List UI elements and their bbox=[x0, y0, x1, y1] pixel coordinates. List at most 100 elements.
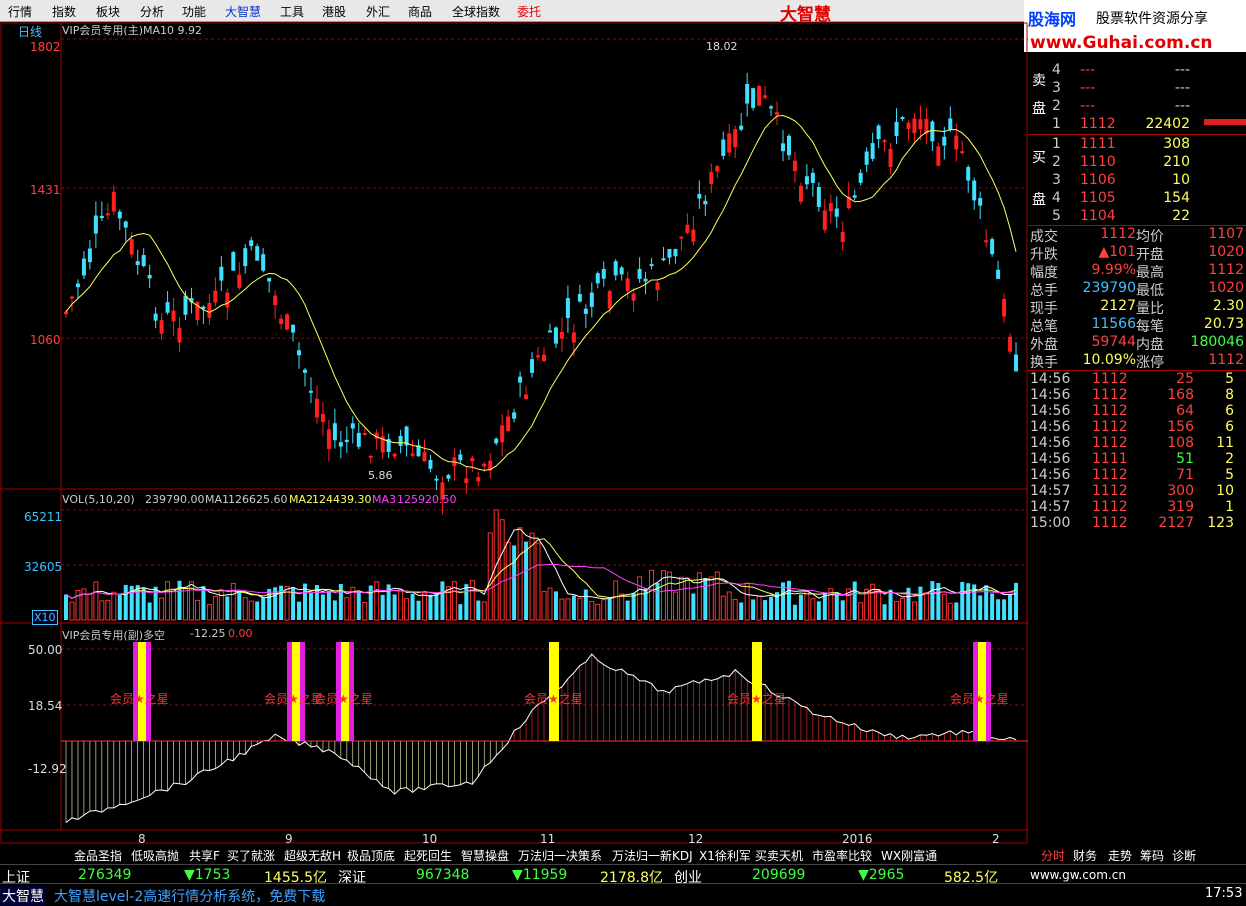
tick-count: 1 bbox=[1225, 499, 1234, 515]
candle bbox=[518, 376, 523, 383]
volume-bar bbox=[428, 594, 433, 620]
volume-bar bbox=[990, 593, 995, 620]
signal-text: 会员★之星 bbox=[110, 692, 169, 706]
candle bbox=[703, 200, 708, 205]
menu-item[interactable]: 外汇 bbox=[366, 3, 390, 20]
vol-unit[interactable]: X10 bbox=[32, 610, 58, 625]
volume-bar bbox=[297, 601, 302, 620]
menu-item[interactable]: 功能 bbox=[182, 3, 206, 20]
site-url[interactable]: www.gw.com.cn bbox=[1030, 868, 1126, 882]
right-tab-2[interactable]: 走势 bbox=[1108, 847, 1132, 864]
candle bbox=[434, 478, 439, 481]
volume-bar bbox=[535, 542, 541, 621]
indicator-tab[interactable]: 买了就涨 bbox=[227, 847, 275, 864]
indicator-title: VIP会员专用(副)多空 bbox=[62, 629, 165, 642]
signal-text: 会员★之星 bbox=[524, 692, 583, 706]
menu-item[interactable]: 全球指数 bbox=[452, 3, 500, 20]
candle bbox=[69, 296, 74, 299]
ind-label-high: 50.00 bbox=[28, 643, 63, 657]
volume-bar bbox=[255, 601, 260, 620]
candle bbox=[715, 166, 720, 172]
volume-bar bbox=[99, 600, 105, 621]
tick-volume: 108 bbox=[1167, 435, 1194, 451]
menu-item[interactable]: 行情 bbox=[8, 3, 32, 20]
indicator-tab[interactable]: 万法归一决策系 bbox=[518, 847, 602, 864]
candle bbox=[763, 95, 768, 98]
menu-item[interactable]: 大智慧 bbox=[225, 3, 261, 20]
volume-bar bbox=[248, 600, 254, 621]
volume-bar bbox=[183, 587, 188, 621]
tick-price: 1112 bbox=[1092, 419, 1128, 435]
price-label-high: 1802 bbox=[30, 40, 61, 54]
menu-item[interactable]: 指数 bbox=[52, 3, 76, 20]
candle bbox=[900, 117, 905, 120]
menu-item[interactable]: 工具 bbox=[280, 3, 304, 20]
price-label-mid: 1431 bbox=[30, 183, 61, 197]
volume-bar bbox=[894, 601, 900, 621]
menu-item[interactable]: 委托 bbox=[517, 3, 541, 20]
candle bbox=[792, 160, 797, 172]
candle bbox=[727, 133, 732, 153]
vol-label-high: 65211 bbox=[24, 510, 63, 524]
app-name[interactable]: 大智慧 bbox=[0, 886, 46, 906]
candle bbox=[781, 143, 785, 152]
candle bbox=[631, 293, 636, 301]
menu-item[interactable]: 商品 bbox=[408, 3, 432, 20]
candle bbox=[153, 313, 158, 321]
volume-bar bbox=[171, 588, 177, 621]
volume-bar bbox=[708, 576, 714, 621]
candle bbox=[978, 198, 983, 206]
candle bbox=[906, 122, 911, 129]
candle bbox=[798, 186, 803, 202]
signal-text: 会员★之星 bbox=[727, 692, 786, 706]
volume-bar bbox=[87, 593, 93, 621]
volume-bar bbox=[147, 602, 152, 620]
tick-price: 1112 bbox=[1092, 403, 1128, 419]
indicator-tab[interactable]: 万法归一新KDJ bbox=[612, 847, 693, 864]
vol-value: 239790.00 bbox=[145, 493, 205, 506]
period-label[interactable]: 日线 bbox=[18, 23, 42, 40]
stat-key: 外盘 bbox=[1030, 337, 1058, 353]
indicator-tab[interactable]: 买卖天机 bbox=[755, 847, 803, 864]
volume-bar bbox=[111, 591, 117, 621]
tick-time: 14:56 bbox=[1030, 387, 1071, 403]
indicator-tab[interactable]: X1徐利军 bbox=[699, 847, 751, 864]
candle bbox=[637, 269, 642, 279]
candle bbox=[972, 180, 977, 201]
volume-bar bbox=[607, 598, 612, 620]
stat-value: 2127 bbox=[1100, 298, 1136, 314]
candle bbox=[506, 416, 511, 432]
stock-chart[interactable] bbox=[0, 22, 1028, 844]
x-axis-label: 9 bbox=[285, 832, 293, 846]
indicator-tab[interactable]: 智慧操盘 bbox=[461, 847, 509, 864]
indicator-tab[interactable]: 超级无敌H bbox=[284, 847, 341, 864]
right-tab-4[interactable]: 诊断 bbox=[1172, 847, 1196, 864]
volume-bar bbox=[595, 603, 601, 621]
right-tabs: 分时 财务 走势 筹码 诊断 bbox=[1028, 846, 1246, 863]
indicator-tab[interactable]: 金品圣指 bbox=[74, 847, 122, 864]
right-tab-3[interactable]: 筹码 bbox=[1140, 847, 1164, 864]
sell-price: 1112 bbox=[1080, 116, 1116, 132]
indicator-tab[interactable]: 极品顶底 bbox=[347, 847, 395, 864]
volume-bar bbox=[93, 581, 99, 621]
volume-bar bbox=[410, 593, 415, 620]
tick-volume: 2127 bbox=[1158, 515, 1194, 531]
candle bbox=[864, 151, 869, 165]
menu-item[interactable]: 分析 bbox=[140, 3, 164, 20]
right-tab-0[interactable]: 分时 bbox=[1041, 847, 1065, 864]
menu-item[interactable]: 港股 bbox=[322, 3, 346, 20]
buy-label: 买 bbox=[1032, 150, 1046, 166]
indicator-tab[interactable]: 共享F bbox=[189, 847, 220, 864]
volume-bar bbox=[177, 580, 182, 620]
indicator-tab[interactable]: WX刚富通 bbox=[881, 847, 937, 864]
tick-price: 1112 bbox=[1092, 515, 1128, 531]
indicator-tab[interactable]: 市盈率比较 bbox=[812, 847, 872, 864]
right-tab-1[interactable]: 财务 bbox=[1073, 847, 1097, 864]
indicator-tab[interactable]: 起死回生 bbox=[404, 847, 452, 864]
ad-text[interactable]: 大智慧level-2高速行情分析系统，免费下载 bbox=[54, 886, 754, 906]
candle bbox=[984, 240, 989, 243]
volume-bar bbox=[703, 578, 708, 620]
indicator-tab[interactable]: 低吸高抛 bbox=[131, 847, 179, 864]
menu-item[interactable]: 板块 bbox=[96, 3, 120, 20]
buy-label: 盘 bbox=[1032, 192, 1046, 208]
